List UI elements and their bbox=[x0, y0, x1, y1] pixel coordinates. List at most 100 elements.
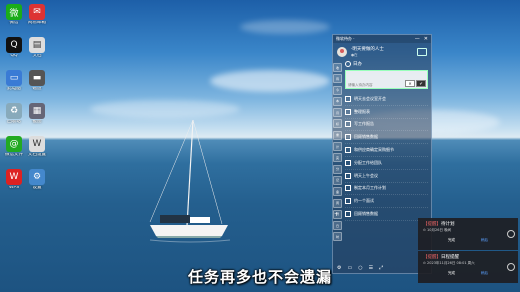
side-tab[interactable]: 收 bbox=[333, 63, 342, 72]
notification-title: 【提醒】日程提醒 bbox=[423, 254, 513, 260]
wechat-icon: 微 bbox=[6, 4, 22, 20]
settings-icon: ⚙ bbox=[29, 169, 45, 185]
notification-title: 【提醒】待计划 bbox=[423, 221, 513, 227]
notification-check-icon[interactable] bbox=[507, 230, 515, 238]
task-item[interactable]: 写工作报告 bbox=[345, 119, 428, 132]
task-item[interactable]: 回顾销售数据 bbox=[345, 131, 428, 145]
desktop-icon-label: 微信 bbox=[9, 21, 19, 25]
desktop-icon[interactable]: ▬ 磁盘 bbox=[25, 70, 49, 92]
todo-titlebar[interactable]: 微软待办 · — ✕ bbox=[333, 35, 431, 43]
complete-button[interactable]: 完成 bbox=[448, 238, 455, 243]
task-checkbox[interactable] bbox=[345, 198, 351, 205]
avatar[interactable] bbox=[337, 47, 347, 58]
computer-icon: ▭ bbox=[6, 70, 22, 86]
task-title: 约一个面试 bbox=[354, 198, 374, 204]
desktop-icon[interactable]: W 文档设置 bbox=[25, 136, 49, 158]
desktop-icon[interactable]: ▤ 文档 bbox=[25, 37, 49, 59]
side-tab[interactable]: 标 bbox=[333, 119, 342, 129]
browser-icon: @ bbox=[6, 136, 22, 152]
task-item[interactable]: 明天上午会议 bbox=[345, 170, 428, 183]
desktop-icon-label: WPS bbox=[8, 186, 20, 190]
wps-icon: W bbox=[6, 169, 22, 185]
minimize-button[interactable]: — bbox=[415, 36, 420, 42]
desktop-icon-label: 此电脑 bbox=[7, 87, 21, 91]
disk-icon: ▬ bbox=[29, 70, 45, 86]
side-tab[interactable]: 待 bbox=[333, 74, 342, 84]
task-checkbox[interactable] bbox=[345, 147, 351, 154]
task-title: 制定本月工作计划 bbox=[354, 185, 386, 191]
mail-icon: ✉ bbox=[29, 4, 45, 20]
side-tab[interactable]: 日 bbox=[333, 221, 342, 231]
side-tab[interactable]: 今 bbox=[333, 85, 342, 95]
close-button[interactable]: ✕ bbox=[424, 36, 428, 42]
side-tab[interactable]: 备 bbox=[333, 187, 342, 197]
desktop-icon-label: 文档设置 bbox=[28, 153, 46, 157]
desktop-icon-label: 设置 bbox=[32, 186, 42, 190]
desktop-icon-label: 微信文件 bbox=[5, 153, 23, 157]
desktop-icon[interactable]: ♻ 回收站 bbox=[2, 103, 26, 125]
desktop-icon[interactable]: W WPS bbox=[2, 169, 26, 191]
side-tab[interactable]: 本 bbox=[333, 96, 342, 106]
side-tab[interactable]: 分 bbox=[333, 164, 342, 174]
desktop-icon-label: 磁盘 bbox=[32, 87, 42, 91]
side-tab[interactable]: 完 bbox=[333, 153, 342, 163]
desktop-icon[interactable]: ⚙ 设置 bbox=[25, 169, 49, 191]
layout-icon[interactable] bbox=[417, 48, 427, 57]
task-title: 明天去会议室开会 bbox=[354, 95, 386, 101]
task-title: 回顾销售数据 bbox=[354, 211, 378, 217]
task-title: 和供应商确定采购细节 bbox=[354, 147, 394, 153]
recycle-bin-icon: ♻ bbox=[6, 103, 22, 119]
qq-icon: Q bbox=[6, 37, 22, 53]
notification-time: ⊙ 10月26日 晚间 bbox=[423, 228, 452, 232]
profile-status: ●在 bbox=[351, 52, 358, 57]
desktop-icon[interactable]: ▦ 截图 bbox=[25, 103, 49, 125]
desktop-icon-label: QQ bbox=[10, 54, 18, 58]
add-task-button[interactable]: + bbox=[334, 212, 340, 218]
task-item[interactable]: 整理报表 bbox=[345, 106, 428, 119]
reminder-notification[interactable]: 【提醒】待计划 ⊙ 10月26日 晚间完成 稍后 bbox=[418, 218, 518, 250]
notification-name: 待计划 bbox=[441, 222, 455, 227]
task-checkbox[interactable] bbox=[345, 211, 351, 218]
list-header: 日办 bbox=[345, 61, 428, 67]
task-checkbox[interactable] bbox=[345, 121, 351, 128]
side-tab[interactable]: 月 bbox=[333, 108, 342, 118]
notification-tag: 【提醒】 bbox=[423, 255, 441, 260]
desktop-icon[interactable]: @ 微信文件 bbox=[2, 136, 26, 158]
side-tab[interactable]: 重 bbox=[333, 130, 342, 140]
side-tab[interactable]: 计 bbox=[333, 142, 342, 152]
desktop-icon-label: 文档 bbox=[32, 54, 42, 58]
list-name: 日办 bbox=[353, 62, 362, 67]
task-checkbox[interactable] bbox=[345, 95, 351, 102]
task-title: 整理报表 bbox=[354, 108, 370, 114]
task-item[interactable]: 分配工作给团队 bbox=[345, 157, 428, 170]
task-item[interactable]: 明天去会议室开会 bbox=[345, 93, 428, 106]
task-title: 明天上午会议 bbox=[354, 172, 378, 178]
desktop-icon[interactable]: ✉ 网易邮箱 bbox=[25, 4, 49, 26]
task-checkbox[interactable] bbox=[345, 159, 351, 166]
side-tab[interactable]: 时 bbox=[333, 232, 342, 242]
desktop-icon-label: 网易邮箱 bbox=[28, 21, 46, 25]
window-title: 微软待办 · bbox=[336, 36, 355, 41]
task-title: 写工作报告 bbox=[354, 121, 374, 127]
side-tab[interactable]: 周 bbox=[333, 198, 342, 208]
task-title: 回顾销售数据 bbox=[354, 134, 378, 140]
confirm-button[interactable]: ✔ bbox=[416, 80, 426, 87]
document-icon: ▤ bbox=[29, 37, 45, 53]
task-item[interactable]: 约一个面试 bbox=[345, 195, 428, 209]
task-item[interactable]: 和供应商确定采购细节 bbox=[345, 144, 428, 157]
desktop-icon[interactable]: Q QQ bbox=[2, 37, 26, 59]
side-tab[interactable]: 记 bbox=[333, 175, 342, 185]
cancel-button[interactable]: ✕ bbox=[405, 80, 415, 87]
task-item[interactable]: 回顾销售数据 bbox=[345, 208, 428, 221]
desktop-icon[interactable]: 微微信 bbox=[2, 4, 26, 26]
profile-header: ·明天要做的人士 ●在 bbox=[333, 43, 431, 59]
word-icon: W bbox=[29, 136, 45, 152]
task-item[interactable]: 制定本月工作计划 bbox=[345, 183, 428, 196]
desktop-icon[interactable]: ▭ 此电脑 bbox=[2, 70, 26, 92]
task-checkbox[interactable] bbox=[345, 172, 351, 179]
task-checkbox[interactable] bbox=[345, 134, 351, 141]
snooze-button[interactable]: 稍后 bbox=[481, 238, 488, 243]
task-checkbox[interactable] bbox=[345, 108, 351, 115]
task-checkbox[interactable] bbox=[345, 185, 351, 192]
list-radio-icon bbox=[345, 61, 351, 67]
